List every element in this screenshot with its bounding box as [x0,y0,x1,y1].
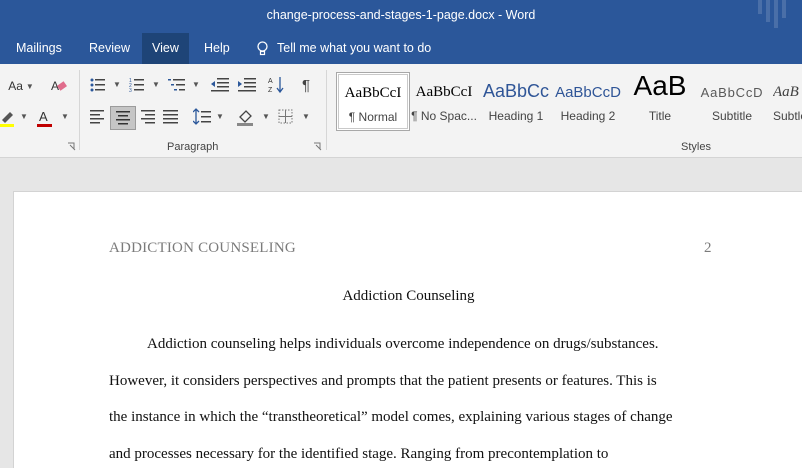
style-heading-2[interactable]: AaBbCcD Heading 2 [552,72,624,129]
style-sample: AaB [773,84,799,100]
highlight-color-icon[interactable] [0,108,16,128]
shading-icon[interactable] [237,108,255,126]
paragraph-line: and processes necessary for the identifi… [109,446,609,462]
align-right-icon[interactable] [139,110,155,124]
style-name: Heading 2 [560,109,616,123]
chevron-down-icon[interactable]: ▼ [61,112,69,121]
svg-text:Z: Z [268,87,273,94]
tab-mailings[interactable]: Mailings [6,33,72,64]
increase-indent-icon[interactable] [238,77,256,93]
align-center-button[interactable] [110,106,136,130]
paragraph-line: However, it considers perspectives and p… [109,373,657,389]
style-name: Title [648,109,672,123]
borders-icon[interactable] [278,109,294,125]
font-color-icon[interactable]: A [36,108,54,128]
style-sample: AaBbCcD [555,84,621,101]
bullets-icon[interactable] [90,77,106,93]
chevron-down-icon[interactable]: ▼ [192,80,200,89]
tell-me-search[interactable]: Tell me what you want to do [257,33,431,64]
document-canvas: ADDICTION COUNSELING 2 Addiction Counsel… [0,158,802,468]
style-sample: AaBbCc [482,81,550,101]
style-normal[interactable]: AaBbCcI ¶ Normal [336,72,410,131]
align-left-icon[interactable] [90,110,106,124]
document-page[interactable]: ADDICTION COUNSELING 2 Addiction Counsel… [13,191,802,468]
font-dialog-launcher-icon[interactable] [67,142,76,151]
style-name: Subtitle [711,109,753,123]
paragraph-line: the instance in which the “transtheoreti… [109,409,673,425]
show-paragraph-marks-icon[interactable]: ¶ [298,76,314,94]
change-case-label: Aa [8,79,23,93]
style-name: ¶ No Spac... [411,109,477,123]
style-name: ¶ Normal [348,110,398,124]
tab-view[interactable]: View [142,33,189,64]
svg-text:A: A [39,109,48,124]
style-no-spacing[interactable]: AaBbCcI ¶ No Spac... [408,72,480,129]
svg-text:3: 3 [129,88,132,93]
tab-review[interactable]: Review [79,33,140,64]
styles-group-label: Styles [681,141,711,153]
page-number: 2 [704,240,712,256]
style-name: Subtle [773,109,802,123]
style-sample: AaBbCcD [700,85,764,100]
ribbon-panel: Aa ▼ A ▼ A ▼ ▼ 1 2 3 ▼ ▼ A Z ¶ ▼ ▼ ▼ Par… [0,64,802,158]
multilevel-list-icon[interactable] [168,77,186,93]
tell-me-text: Tell me what you want to do [277,41,432,55]
chevron-down-icon[interactable]: ▼ [20,112,28,121]
chevron-down-icon[interactable]: ▼ [113,80,121,89]
style-name: Heading 1 [488,109,544,123]
style-sample: AaBbCcI [344,85,402,101]
style-title[interactable]: AaB Title [624,70,696,129]
style-sample: AaB [633,70,687,101]
style-heading-1[interactable]: AaBbCc Heading 1 [480,72,552,129]
numbering-icon[interactable]: 1 2 3 [129,77,145,93]
chevron-down-icon[interactable]: ▼ [302,112,310,121]
chevron-down-icon[interactable]: ▼ [216,112,224,121]
style-subtle-emphasis[interactable]: AaB Subtle [768,72,802,129]
align-center-icon [116,111,130,125]
line-spacing-icon[interactable] [193,108,211,126]
title-bar: change-process-and-stages-1-page.docx - … [0,0,802,33]
style-subtitle[interactable]: AaBbCcD Subtitle [696,72,768,129]
ribbon-tabs: Mailings Review View Help Tell me what y… [0,33,802,64]
chevron-down-icon: ▼ [25,81,34,91]
chevron-down-icon[interactable]: ▼ [262,112,270,121]
paragraph-dialog-launcher-icon[interactable] [313,142,322,151]
group-separator [79,70,80,150]
sort-icon[interactable]: A Z [268,75,284,95]
window-title: change-process-and-stages-1-page.docx - … [266,8,536,22]
style-sample: AaBbCcI [415,84,473,100]
chevron-down-icon[interactable]: ▼ [152,80,160,89]
document-title: Addiction Counseling [342,288,475,304]
lightbulb-icon [257,41,268,55]
tab-help[interactable]: Help [194,33,240,64]
group-separator [326,70,327,150]
svg-text:A: A [268,78,273,85]
paragraph-group-label: Paragraph [167,141,219,153]
clear-formatting-icon[interactable]: A [50,77,68,95]
justify-icon[interactable] [163,110,179,124]
window-decoration-icon [758,0,786,28]
change-case-button[interactable]: Aa ▼ [4,76,38,96]
paragraph-line: Addiction counseling helps individuals o… [147,336,659,352]
running-head: ADDICTION COUNSELING [109,240,296,256]
decrease-indent-icon[interactable] [211,77,229,93]
